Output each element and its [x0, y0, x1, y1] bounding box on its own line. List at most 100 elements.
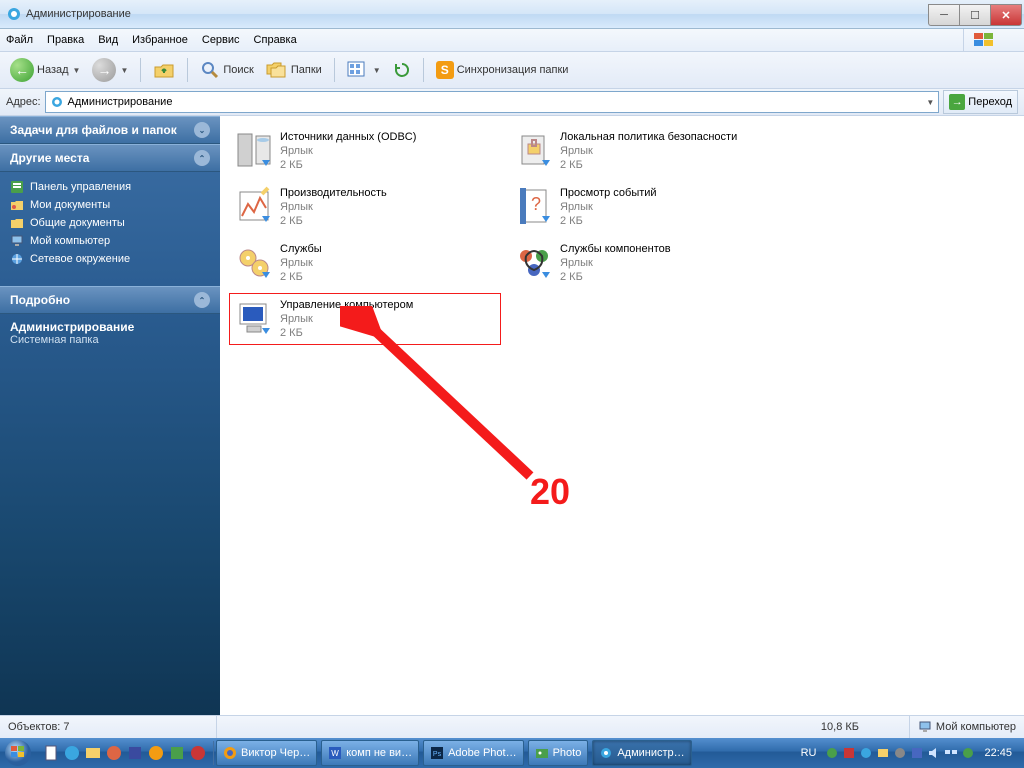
taskbar-app-label: Виктор Чер… [241, 747, 310, 759]
file-item[interactable]: Управление компьютеромЯрлык2 КБ [230, 294, 500, 344]
menu-edit[interactable]: Правка [47, 34, 84, 46]
menu-help[interactable]: Справка [254, 34, 297, 46]
tray-volume-icon[interactable] [927, 746, 941, 760]
address-bar: Адрес: Администрирование ▼ → Переход [0, 89, 1024, 116]
start-button[interactable] [0, 738, 36, 768]
folders-button[interactable]: Папки [262, 58, 326, 82]
ql-icon[interactable] [105, 744, 123, 762]
ql-icon[interactable] [168, 744, 186, 762]
windows-flag-icon[interactable] [963, 29, 1004, 51]
file-item[interactable]: Локальная политика безопасностиЯрлык2 КБ [510, 126, 780, 176]
maximize-button[interactable]: ☐ [959, 4, 990, 26]
title-bar: Администрирование ─ ☐ ✕ [0, 0, 1024, 29]
window-controls: ─ ☐ ✕ [928, 4, 1022, 24]
minimize-button[interactable]: ─ [928, 4, 959, 26]
toolbar: ← Назад ▼ → ▼ Поиск Папки ▼ S Синхрониза… [0, 52, 1024, 89]
file-item[interactable]: Службы компонентовЯрлык2 КБ [510, 238, 780, 288]
close-button[interactable]: ✕ [990, 4, 1022, 26]
tray-icon[interactable] [961, 746, 975, 760]
sidebar-item-my-computer[interactable]: Мой компьютер [10, 232, 210, 250]
search-button[interactable]: Поиск [196, 58, 257, 82]
address-input[interactable]: Администрирование ▼ [45, 91, 940, 113]
go-icon: → [949, 94, 965, 110]
up-button[interactable] [149, 57, 179, 83]
file-item[interactable]: ?Просмотр событийЯрлык2 КБ [510, 182, 780, 232]
my-computer-icon [10, 234, 24, 248]
svg-text:?: ? [531, 194, 541, 214]
sidebar-section-places[interactable]: Другие места ⌃ [0, 144, 220, 172]
search-icon [200, 60, 220, 80]
taskbar-app-icon [599, 746, 613, 760]
tray-network-icon[interactable] [944, 746, 958, 760]
status-size: 10,8 КБ [813, 716, 910, 738]
menu-file[interactable]: Файл [6, 34, 33, 46]
tray-icon[interactable] [910, 746, 924, 760]
sidebar-item-control-panel[interactable]: Панель управления [10, 178, 210, 196]
sidebar-section-tasks[interactable]: Задачи для файлов и папок ⌄ [0, 116, 220, 144]
go-button[interactable]: → Переход [943, 90, 1018, 114]
views-button[interactable]: ▼ [343, 59, 385, 81]
file-type: Ярлык [560, 256, 671, 270]
ql-icon[interactable] [63, 744, 81, 762]
sidebar-section-details[interactable]: Подробно ⌃ [0, 286, 220, 314]
ql-icon[interactable] [189, 744, 207, 762]
tray-icon[interactable] [825, 746, 839, 760]
details-title: Администрирование [10, 320, 210, 334]
forward-button[interactable]: → ▼ [88, 56, 132, 84]
menu-view[interactable]: Вид [98, 34, 118, 46]
refresh-icon [393, 61, 411, 79]
clock[interactable]: 22:45 [978, 747, 1018, 759]
file-size: 2 КБ [280, 158, 416, 172]
separator [187, 58, 188, 82]
file-type: Ярлык [560, 144, 737, 158]
taskbar-button[interactable]: Photo [528, 740, 589, 766]
taskbar-button[interactable]: Виктор Чер… [216, 740, 317, 766]
file-size: 2 КБ [280, 214, 387, 228]
sidebar-item-shared-docs[interactable]: Общие документы [10, 214, 210, 232]
my-computer-icon [918, 720, 932, 734]
file-icon: ? [514, 186, 554, 226]
sidebar-details: Администрирование Системная папка [0, 314, 220, 352]
file-icon [514, 242, 554, 282]
back-button[interactable]: ← Назад ▼ [6, 56, 84, 84]
system-tray: RU 22:45 [789, 746, 1024, 760]
svg-text:Ps: Ps [433, 751, 442, 758]
file-item[interactable]: СлужбыЯрлык2 КБ [230, 238, 500, 288]
sidebar: Задачи для файлов и папок ⌄ Другие места… [0, 116, 220, 715]
ql-icon[interactable] [126, 744, 144, 762]
address-dropdown[interactable]: ▼ [926, 98, 934, 107]
sidebar-item-my-documents[interactable]: Мои документы [10, 196, 210, 214]
forward-dropdown[interactable]: ▼ [120, 66, 128, 75]
menu-tools[interactable]: Сервис [202, 34, 240, 46]
menu-fav[interactable]: Избранное [132, 34, 188, 46]
file-item[interactable]: Источники данных (ODBC)Ярлык2 КБ [230, 126, 500, 176]
taskbar-app-label: комп не ви… [346, 747, 412, 759]
body: Задачи для файлов и папок ⌄ Другие места… [0, 116, 1024, 715]
taskbar-app-icon [223, 746, 237, 760]
ql-icon[interactable] [147, 744, 165, 762]
back-dropdown[interactable]: ▼ [73, 66, 81, 75]
file-item[interactable]: ПроизводительностьЯрлык2 КБ [230, 182, 500, 232]
tray-icon[interactable] [876, 746, 890, 760]
sync-button[interactable]: S Синхронизация папки [432, 59, 573, 81]
ql-icon[interactable] [84, 744, 102, 762]
taskbar-button[interactable]: PsAdobe Phot… [423, 740, 524, 766]
status-bar: Объектов: 7 10,8 КБ Мой компьютер [0, 715, 1024, 738]
language-indicator[interactable]: RU [795, 747, 823, 759]
tray-icon[interactable] [893, 746, 907, 760]
taskbar-button[interactable]: Wкомп не ви… [321, 740, 419, 766]
tray-icon[interactable] [842, 746, 856, 760]
taskbar-app-icon [535, 746, 549, 760]
sidebar-item-network[interactable]: Сетевое окружение [10, 250, 210, 268]
svg-text:W: W [331, 749, 339, 758]
tray-icon[interactable] [859, 746, 873, 760]
file-icon [234, 298, 274, 338]
separator [140, 58, 141, 82]
refresh-button[interactable] [389, 59, 415, 81]
sync-icon: S [436, 61, 454, 79]
taskbar-button[interactable]: Администр… [592, 740, 691, 766]
file-area[interactable]: Источники данных (ODBC)Ярлык2 КБЛокальна… [220, 116, 1024, 715]
ql-icon[interactable] [42, 744, 60, 762]
separator [423, 58, 424, 82]
file-type: Ярлык [280, 256, 322, 270]
